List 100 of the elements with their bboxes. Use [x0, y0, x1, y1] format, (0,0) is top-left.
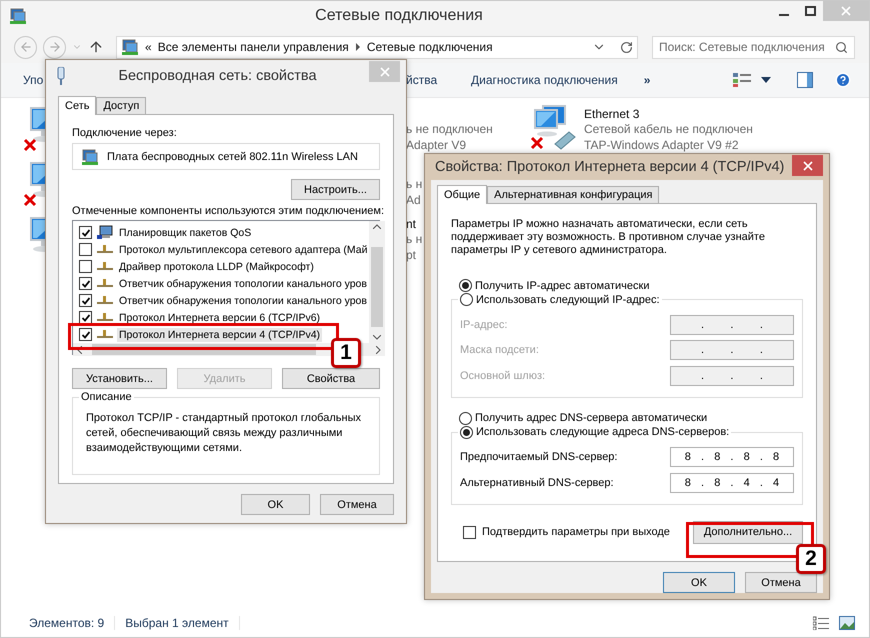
protocol-icon: [96, 313, 112, 322]
radio-button[interactable]: Использовать следующий IP-адрес:: [460, 293, 660, 306]
checkbox[interactable]: [79, 226, 92, 239]
maximize-icon: [804, 6, 816, 16]
dialog-button[interactable]: OK: [241, 494, 310, 515]
protocol-icon: [96, 330, 112, 339]
crumb-separator-icon[interactable]: [354, 43, 361, 51]
window-title: Сетевые подключения: [314, 7, 484, 25]
close-icon: [380, 66, 390, 76]
field-label: Маска подсети:: [460, 344, 539, 356]
large-icons-view-icon[interactable]: [839, 616, 855, 630]
preview-pane-icon[interactable]: [797, 72, 813, 88]
field-label: Основной шлюз:: [460, 370, 546, 382]
field-label: IP-адрес:: [460, 318, 508, 331]
action-button[interactable]: Установить...: [72, 368, 168, 389]
minimize-icon: [779, 14, 789, 16]
connection-detail: ь н: [406, 232, 422, 248]
component-label[interactable]: Драйвер протокола LLDP (Майкрософт): [117, 260, 316, 274]
dialog-title: Свойства: Протокол Интернета версии 4 (TCP/IPv4): [435, 159, 784, 175]
adapter-name: Плата беспроводных сетей 802.11n Wireless LAN: [107, 150, 358, 162]
view-options-icon[interactable]: [733, 73, 751, 87]
connection-detail: Сетевой кабель не подключен: [584, 122, 753, 138]
tab[interactable]: Сеть: [58, 96, 96, 115]
dialog-button[interactable]: Отмена: [745, 572, 817, 593]
component-label[interactable]: Протокол мультиплексора сетевого адаптера (Май: [117, 242, 370, 256]
tab[interactable]: Общие: [437, 185, 488, 204]
checkbox[interactable]: [79, 277, 92, 290]
checkbox[interactable]: [79, 243, 92, 256]
close-icon: [841, 6, 851, 16]
connection-detail: pt: [406, 248, 418, 263]
step-number: 2: [796, 544, 826, 574]
protocol-icon: [96, 262, 112, 271]
connection-name: nt: [406, 216, 418, 232]
status-text: Выбран 1 элемент: [115, 616, 240, 630]
dialog-button[interactable]: OK: [663, 572, 735, 593]
checkbox[interactable]: [79, 294, 92, 307]
connection-detail: TAP-Windows Adapter V9 #2: [584, 138, 740, 153]
radio-button[interactable]: Получить IP-адрес автоматически: [459, 279, 650, 292]
ip-address-field[interactable]: 8 . 8 . 8 . 8: [670, 447, 794, 468]
caret-icon[interactable]: [761, 77, 771, 83]
control-panel-icon: [9, 7, 27, 25]
scroll-up-icon[interactable]: [373, 224, 382, 229]
description-text: Протокол TCP/IP - стандартный протокол глобальных сетей, обеспечивающий связь между различными взаимодействующими сетями.: [86, 411, 362, 456]
action-button[interactable]: Свойства: [282, 368, 380, 389]
vertical-scrollbar[interactable]: [369, 221, 386, 343]
refresh-icon[interactable]: [620, 40, 633, 54]
checkbox[interactable]: [79, 311, 92, 324]
protocol-icon: [96, 279, 112, 288]
connection-detail: Ad: [406, 192, 422, 208]
wireless-adapter-icon: [56, 66, 66, 84]
scroll-right-icon[interactable]: [376, 346, 382, 354]
component-label[interactable]: Ответчик обнаружения топологии канального уров: [117, 294, 369, 308]
address-bar[interactable]: « Все элементы панели управления Сетевые подключения: [116, 36, 638, 58]
details-view-icon[interactable]: [813, 616, 829, 630]
breadcrumb[interactable]: Сетевые подключения: [366, 40, 493, 54]
close-button[interactable]: [792, 155, 823, 176]
more-commands-button[interactable]: »: [644, 73, 650, 87]
radio-button[interactable]: Использовать следующие адреса DNS-серверов:: [460, 426, 730, 438]
component-label[interactable]: Протокол Интернета версии 4 (TCP/IPv4): [117, 328, 322, 342]
tab[interactable]: Альтернативная конфигурация: [487, 186, 660, 203]
field-label: Альтернативный DNS-сервер:: [460, 476, 614, 489]
group-title: Описание: [81, 391, 132, 403]
dialog-button[interactable]: Отмена: [320, 494, 394, 515]
component-label[interactable]: Ответчик обнаружения топологии канального уров: [117, 276, 369, 290]
help-icon[interactable]: [835, 72, 851, 88]
connection-detail: ь не подключен: [406, 122, 493, 138]
checkbox[interactable]: Подтвердить параметры при выходе: [463, 526, 670, 538]
forward-arrow-icon: [48, 40, 62, 54]
computer-icon: [96, 225, 112, 240]
intro-text: Параметры IP можно назначать автоматически, если сеть поддерживает эту возможность. В противном случае узнайте параметры IP у сетевого администратора.: [451, 218, 766, 257]
connection-detail: Adapter V9: [406, 138, 468, 153]
radio-button[interactable]: Получить адрес DNS-сервера автоматически: [459, 412, 708, 424]
checkmark-icon: [80, 228, 90, 238]
section-label: Подключение через:: [72, 127, 178, 139]
command-button[interactable]: Диагностика подключения: [471, 73, 618, 87]
configure-button[interactable]: Настроить...: [291, 179, 380, 200]
protocol-icon: [96, 245, 112, 254]
field-label: Предпочитаемый DNS-сервер:: [460, 451, 618, 464]
connection-detail: ь н: [406, 177, 422, 192]
step-number: 1: [331, 338, 361, 368]
command-button[interactable]: йства: [406, 73, 471, 87]
up-button[interactable]: [88, 39, 104, 55]
status-text: Элементов: 9: [19, 616, 116, 630]
control-panel-icon: [121, 38, 139, 56]
protocol-icon: [96, 296, 112, 305]
scroll-left-icon[interactable]: [77, 346, 82, 354]
checkbox[interactable]: [79, 260, 92, 273]
search-field[interactable]: Поиск: Сетевые подключения: [652, 36, 855, 58]
scroll-down-icon[interactable]: [373, 335, 382, 340]
checkbox[interactable]: [79, 328, 92, 341]
overflow-crumb[interactable]: «: [145, 40, 152, 54]
ip-address-field[interactable]: 8 . 8 . 4 . 4: [670, 472, 794, 493]
search-icon: [835, 40, 848, 54]
component-label[interactable]: Планировщик пакетов QoS: [117, 226, 254, 240]
tab[interactable]: Доступ: [96, 97, 146, 114]
dialog-title: Беспроводная сеть: свойства: [117, 68, 318, 84]
control-panel-icon: [81, 148, 99, 166]
breadcrumb[interactable]: Все элементы панели управления: [158, 40, 349, 54]
component-label[interactable]: Протокол Интернета версии 6 (TCP/IPv6): [117, 310, 322, 324]
connection-name: Ethernet 3: [584, 106, 640, 122]
